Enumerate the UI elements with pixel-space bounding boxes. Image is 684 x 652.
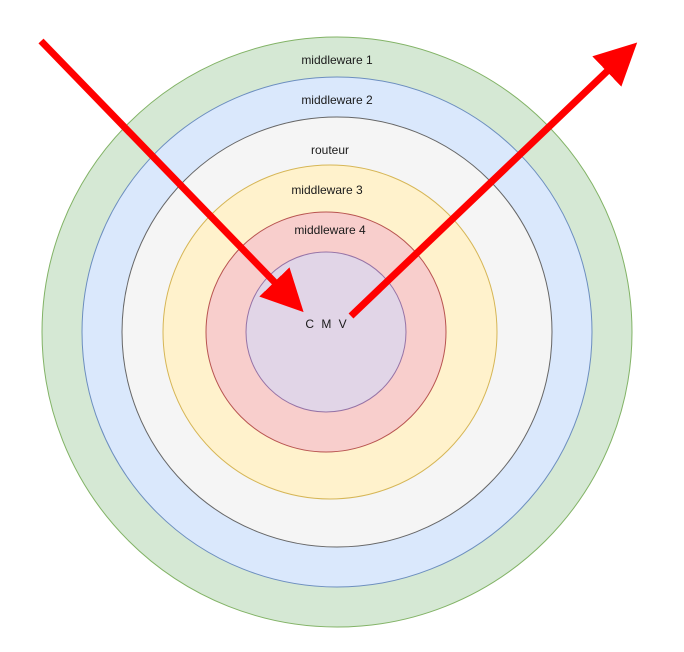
label-routeur: routeur [311, 143, 349, 157]
label-middleware-2: middleware 2 [301, 93, 373, 107]
label-middleware-4: middleware 4 [294, 223, 366, 237]
label-cmv: C M V [305, 317, 348, 331]
label-middleware-1: middleware 1 [301, 53, 373, 67]
label-middleware-3: middleware 3 [291, 183, 363, 197]
onion-diagram: middleware 1 middleware 2 routeur middle… [0, 0, 684, 652]
rings-layer [41, 36, 633, 628]
diagram-canvas: middleware 1 middleware 2 routeur middle… [38, 36, 638, 628]
